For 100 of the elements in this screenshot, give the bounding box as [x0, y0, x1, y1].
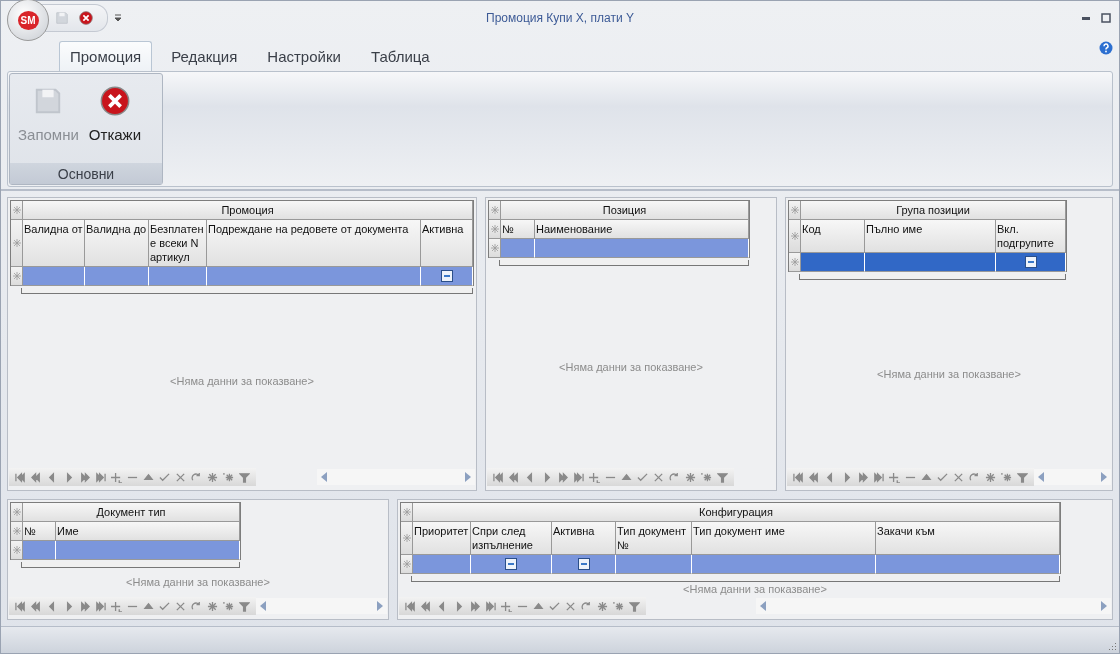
column-header[interactable]: Подреждане на редовете от документа: [207, 220, 421, 267]
checkmark-icon[interactable]: [637, 471, 648, 483]
last-record-icon[interactable]: [95, 600, 106, 612]
app-logo[interactable]: SM: [7, 0, 49, 41]
column-header[interactable]: Пълно име: [865, 220, 996, 253]
table-cell[interactable]: [692, 555, 876, 574]
asterisk-icon[interactable]: [701, 471, 712, 483]
checkbox[interactable]: [505, 558, 517, 570]
column-header[interactable]: Име: [56, 522, 240, 541]
column-header[interactable]: Активна: [421, 220, 473, 267]
redo-icon[interactable]: [191, 600, 202, 612]
table-cell[interactable]: [616, 555, 692, 574]
asterisk-icon[interactable]: [985, 471, 996, 483]
up-arrow-icon[interactable]: [921, 471, 932, 483]
checkbox[interactable]: [440, 270, 453, 282]
close-icon[interactable]: [953, 471, 964, 483]
asterisk-icon[interactable]: [597, 600, 608, 612]
previous-page-icon[interactable]: [31, 600, 42, 612]
column-header[interactable]: Код: [801, 220, 865, 253]
table-cell[interactable]: [23, 267, 85, 286]
column-header[interactable]: Спри след изпълнение: [471, 522, 552, 555]
plus-icon[interactable]: [111, 471, 122, 483]
next-page-icon[interactable]: [469, 600, 480, 612]
help-icon[interactable]: [1099, 41, 1113, 55]
table-cell[interactable]: [207, 267, 421, 286]
asterisk-icon[interactable]: [223, 471, 234, 483]
close-icon[interactable]: [175, 471, 186, 483]
asterisk-icon[interactable]: [207, 471, 218, 483]
scroll-bar[interactable]: [1034, 469, 1111, 485]
table-cell[interactable]: [471, 555, 552, 574]
table-cell[interactable]: [85, 267, 149, 286]
plus-icon[interactable]: [889, 471, 900, 483]
up-arrow-icon[interactable]: [143, 471, 154, 483]
filter-icon[interactable]: [239, 600, 250, 612]
column-header[interactable]: Валидна от: [23, 220, 85, 267]
redo-icon[interactable]: [969, 471, 980, 483]
checkmark-icon[interactable]: [159, 471, 170, 483]
table-cell[interactable]: [996, 253, 1066, 272]
ribbon-tab[interactable]: Настройки: [256, 41, 352, 71]
close-icon[interactable]: [653, 471, 664, 483]
ribbon-tab[interactable]: Редакция: [160, 41, 249, 71]
column-header[interactable]: №: [501, 220, 535, 239]
cancel-button[interactable]: [79, 11, 93, 25]
scroll-bar[interactable]: [756, 598, 1111, 614]
first-record-icon[interactable]: [405, 600, 416, 612]
up-arrow-icon[interactable]: [143, 600, 154, 612]
redo-icon[interactable]: [581, 600, 592, 612]
asterisk-icon[interactable]: [223, 600, 234, 612]
last-record-icon[interactable]: [573, 471, 584, 483]
column-header[interactable]: Валидна до: [85, 220, 149, 267]
table-cell[interactable]: [413, 555, 471, 574]
scroll-bar[interactable]: [256, 598, 387, 614]
asterisk-icon[interactable]: [613, 600, 624, 612]
next-page-icon[interactable]: [557, 471, 568, 483]
scroll-right-icon[interactable]: [465, 472, 471, 482]
table-cell[interactable]: [552, 555, 616, 574]
next-page-icon[interactable]: [79, 600, 90, 612]
previous-page-icon[interactable]: [509, 471, 520, 483]
previous-page-icon[interactable]: [809, 471, 820, 483]
table-cell[interactable]: [535, 239, 749, 258]
redo-icon[interactable]: [191, 471, 202, 483]
ribbon-tab[interactable]: Таблица: [359, 41, 441, 71]
table-cell[interactable]: [23, 541, 56, 560]
next-page-icon[interactable]: [79, 471, 90, 483]
scroll-left-icon[interactable]: [1038, 472, 1044, 482]
scroll-bar[interactable]: [317, 469, 475, 485]
column-header[interactable]: Приоритет: [413, 522, 471, 555]
checkmark-icon[interactable]: [549, 600, 560, 612]
column-header[interactable]: Тип документ име: [692, 522, 876, 555]
asterisk-icon[interactable]: [207, 600, 218, 612]
table-cell[interactable]: [149, 267, 207, 286]
previous-page-icon[interactable]: [31, 471, 42, 483]
checkbox[interactable]: [577, 558, 590, 570]
plus-icon[interactable]: [501, 600, 512, 612]
resize-grip-icon[interactable]: [1107, 641, 1117, 651]
maximize-icon[interactable]: [1101, 13, 1111, 23]
filter-icon[interactable]: [1017, 471, 1028, 483]
ribbon-tab[interactable]: Промоция: [59, 41, 153, 71]
last-record-icon[interactable]: [485, 600, 496, 612]
scroll-right-icon[interactable]: [1101, 601, 1107, 611]
up-arrow-icon[interactable]: [533, 600, 544, 612]
column-header[interactable]: Вкл. подгрупите: [996, 220, 1066, 253]
asterisk-icon[interactable]: [685, 471, 696, 483]
column-header[interactable]: Наименование: [535, 220, 749, 239]
up-arrow-icon[interactable]: [621, 471, 632, 483]
column-header[interactable]: Тип документ №: [616, 522, 692, 555]
dropdown-icon[interactable]: [114, 14, 122, 22]
filter-icon[interactable]: [717, 471, 728, 483]
last-record-icon[interactable]: [873, 471, 884, 483]
column-header[interactable]: №: [23, 522, 56, 541]
table-cell[interactable]: [865, 253, 996, 272]
checkbox[interactable]: [1024, 256, 1037, 268]
first-record-icon[interactable]: [493, 471, 504, 483]
close-icon[interactable]: [175, 600, 186, 612]
previous-page-icon[interactable]: [421, 600, 432, 612]
table-cell[interactable]: [56, 541, 240, 560]
column-header[interactable]: Активна: [552, 522, 616, 555]
table-cell[interactable]: [501, 239, 535, 258]
plus-icon[interactable]: [111, 600, 122, 612]
first-record-icon[interactable]: [15, 471, 26, 483]
